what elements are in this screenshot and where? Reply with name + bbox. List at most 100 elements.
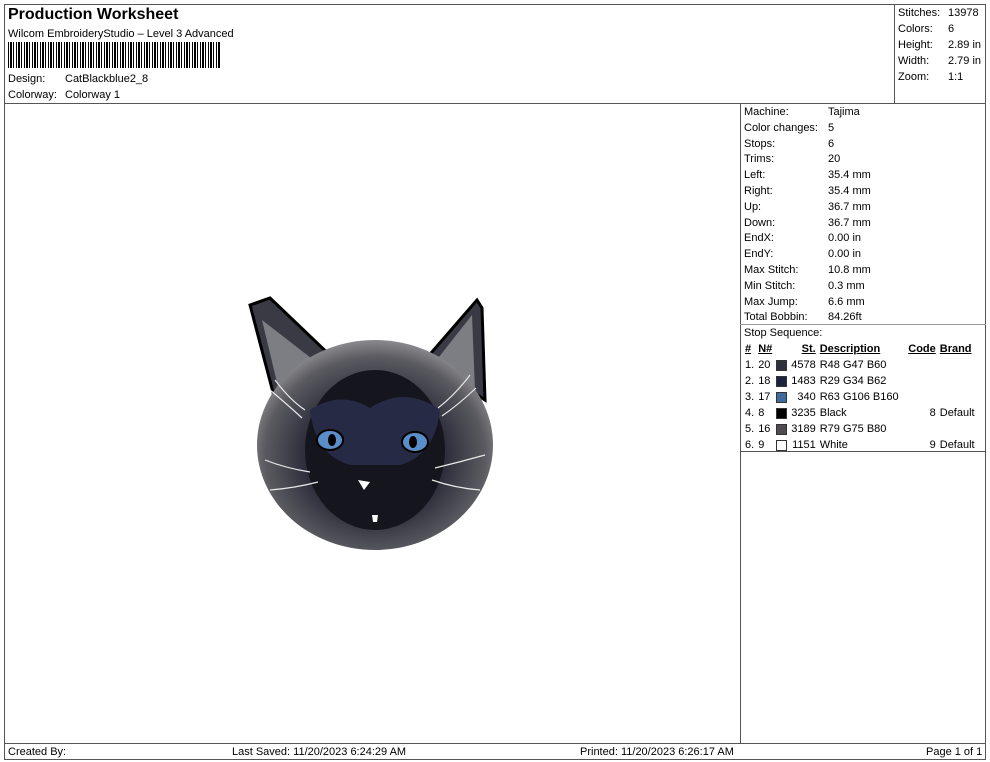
col-code: Code — [908, 343, 936, 355]
last-saved: Last Saved: 11/20/2023 6:24:29 AM — [232, 746, 407, 758]
stop-sequence-header-row: # N# St. Description Code Brand — [743, 341, 977, 357]
stop-needle: 17 — [758, 391, 771, 403]
stop-code — [906, 389, 938, 405]
stop-num: 1. — [745, 359, 755, 371]
machine-info-label: Max Stitch: — [744, 264, 799, 276]
summary-label: Colors: — [898, 23, 933, 35]
machine-info-label: Min Stitch: — [744, 279, 796, 292]
machine-info-value: 84.26ft — [828, 311, 862, 324]
stop-stitches: 3189 — [791, 423, 816, 435]
stop-num: 6. — [745, 439, 755, 451]
color-swatch — [776, 439, 788, 451]
design-value: CatBlackblue2_8 — [65, 73, 149, 85]
machine-info-label: Total Bobbin: — [744, 311, 808, 324]
stop-needle: 18 — [758, 375, 771, 387]
machine-info-value: 35.4 mm — [828, 185, 871, 197]
summary-divider — [894, 4, 895, 104]
design-label: Design: — [8, 73, 46, 85]
machine-info-label: Color changes: — [744, 121, 818, 134]
machine-info-value: 0.00 in — [828, 248, 862, 261]
stop-needle: 9 — [758, 439, 765, 451]
machine-info-value: 36.7 mm — [828, 200, 871, 213]
col-num: # — [745, 343, 752, 355]
col-description: Description — [819, 343, 881, 355]
summary-value: 2.89 in — [948, 39, 982, 51]
stop-code — [906, 421, 938, 437]
cat-embroidery-image — [248, 296, 493, 550]
machine-info-label: Down: — [744, 216, 776, 229]
summary-label: Height: — [898, 39, 933, 51]
barcode — [8, 42, 220, 68]
stop-stitches: 1151 — [792, 439, 816, 451]
machine-info-label: Left: — [744, 169, 766, 182]
page-title: Production Worksheet — [8, 6, 179, 23]
stop-description: White — [819, 439, 848, 451]
stop-code — [906, 373, 938, 389]
color-swatch-cell — [774, 437, 789, 453]
col-brand: Brand — [939, 343, 972, 355]
stop-brand: Default — [939, 407, 975, 419]
stop-sequence-row: 3. 17 340 R63 G106 B160 — [743, 389, 977, 405]
color-swatch-cell — [774, 405, 789, 421]
machine-info-label: EndX: — [744, 232, 774, 245]
machine-info-value: 35.4 mm — [828, 169, 871, 182]
machine-info-value: 10.8 mm — [828, 264, 871, 276]
color-swatch — [776, 423, 788, 435]
stop-sequence-title: Stop Sequence: — [744, 327, 823, 339]
machine-info-value: Tajima — [828, 106, 860, 118]
colorway-label: Colorway: — [8, 89, 57, 101]
color-swatch-cell — [774, 357, 789, 373]
footer-divider — [4, 743, 986, 744]
stop-stitches: 4578 — [791, 359, 816, 371]
machine-info-label: Up: — [744, 200, 762, 213]
summary-value: 1:1 — [948, 71, 964, 83]
col-stitches: St. — [801, 343, 816, 355]
machine-info-label: Right: — [744, 185, 773, 197]
summary-value: 6 — [948, 23, 955, 35]
colorway-value: Colorway 1 — [65, 89, 121, 101]
machine-info-value: 0.00 in — [828, 232, 862, 245]
stop-description: R48 G47 B60 — [819, 359, 887, 371]
stop-needle: 8 — [758, 407, 765, 419]
stop-brand — [938, 421, 977, 437]
machine-info-value: 0.3 mm — [828, 279, 865, 292]
stop-code — [906, 357, 938, 373]
stop-brand — [938, 389, 977, 405]
summary-value: 2.79 in — [948, 55, 982, 67]
stop-brand — [938, 373, 977, 389]
machine-info-value: 6.6 mm — [828, 295, 865, 308]
stop-description: R29 G34 B62 — [819, 375, 887, 387]
stop-description: R79 G75 B80 — [819, 423, 887, 435]
printed-date: Printed: 11/20/2023 6:26:17 AM — [580, 746, 734, 758]
stop-brand: Default — [939, 439, 975, 451]
summary-value: 13978 — [948, 7, 979, 19]
machine-info-value: 20 — [828, 153, 841, 166]
stop-sequence-row: 1. 20 4578 R48 G47 B60 — [743, 357, 977, 373]
stop-sequence-row: 5. 16 3189 R79 G75 B80 — [743, 421, 977, 437]
color-swatch — [776, 391, 788, 403]
color-swatch-cell — [774, 421, 789, 437]
col-needle: N# — [758, 343, 773, 355]
stop-sequence-row: 6. 9 1151 White 9 Default — [743, 437, 977, 453]
stop-stitches: 1483 — [791, 375, 816, 387]
color-swatch — [776, 407, 788, 419]
stop-needle: 16 — [758, 423, 771, 435]
summary-label: Stitches: — [898, 7, 941, 19]
stop-stitches: 340 — [797, 391, 816, 403]
summary-label: Zoom: — [898, 71, 930, 83]
stop-num: 2. — [745, 375, 755, 387]
stop-sequence-row: 4. 8 3235 Black 8 Default — [743, 405, 977, 421]
stop-num: 4. — [745, 407, 755, 419]
stop-description: Black — [819, 407, 847, 419]
machine-info-value: 5 — [828, 121, 835, 134]
stop-needle: 20 — [758, 359, 771, 371]
machine-info-label: Trims: — [744, 153, 775, 166]
machine-info-label: Max Jump: — [744, 295, 798, 308]
stop-num: 5. — [745, 423, 755, 435]
col-swatch — [774, 341, 789, 357]
design-preview — [240, 290, 505, 560]
created-by: Created By: — [8, 746, 67, 758]
stop-brand — [938, 357, 977, 373]
panel-divider — [740, 103, 741, 744]
machine-info-label: Stops: — [744, 137, 776, 150]
